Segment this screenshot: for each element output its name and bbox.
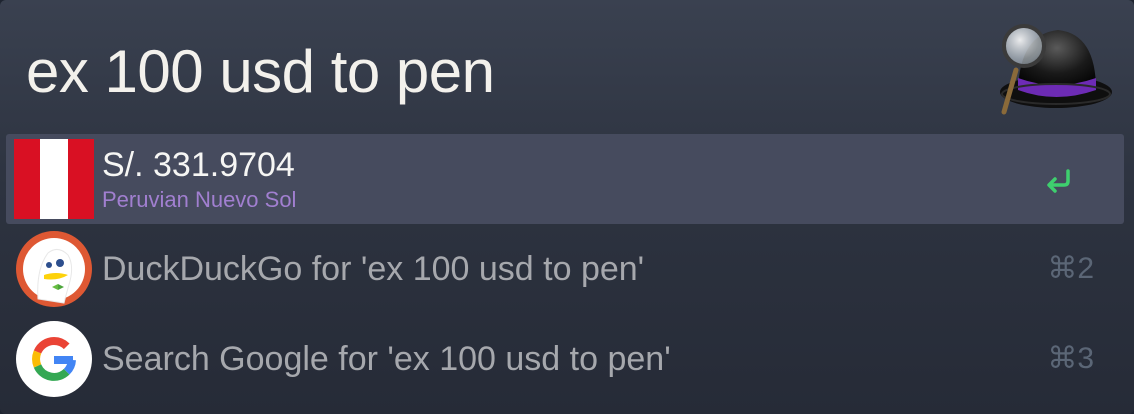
shortcut-label: ⌘2: [1047, 252, 1094, 285]
results-list: S/. 331.9704 Peruvian Nuevo Sol DuckDuck…: [6, 134, 1124, 404]
shortcut-label: ⌘3: [1047, 342, 1094, 375]
result-subtitle: Peruvian Nuevo Sol: [102, 187, 297, 212]
result-title: Search Google for 'ex 100 usd to pen': [102, 340, 671, 378]
result-row-currency[interactable]: S/. 331.9704 Peruvian Nuevo Sol: [6, 134, 1124, 224]
search-bar: ex 100 usd to pen: [0, 0, 1134, 128]
result-title: S/. 331.9704: [102, 146, 295, 184]
alfred-window: ex 100 usd to pen S/. 331.9704 Peruvian …: [0, 0, 1134, 414]
result-row-duckduckgo[interactable]: DuckDuckGo for 'ex 100 usd to pen' ⌘2: [6, 224, 1124, 314]
peru-flag-icon: [14, 139, 94, 219]
result-title: DuckDuckGo for 'ex 100 usd to pen': [102, 250, 645, 288]
duckduckgo-icon: [16, 231, 92, 307]
google-icon: [16, 321, 92, 397]
result-row-google[interactable]: Search Google for 'ex 100 usd to pen' ⌘3: [6, 314, 1124, 404]
alfred-hat-icon: [1000, 24, 1112, 115]
return-key-icon: [1047, 169, 1070, 193]
search-input[interactable]: ex 100 usd to pen: [26, 32, 495, 112]
